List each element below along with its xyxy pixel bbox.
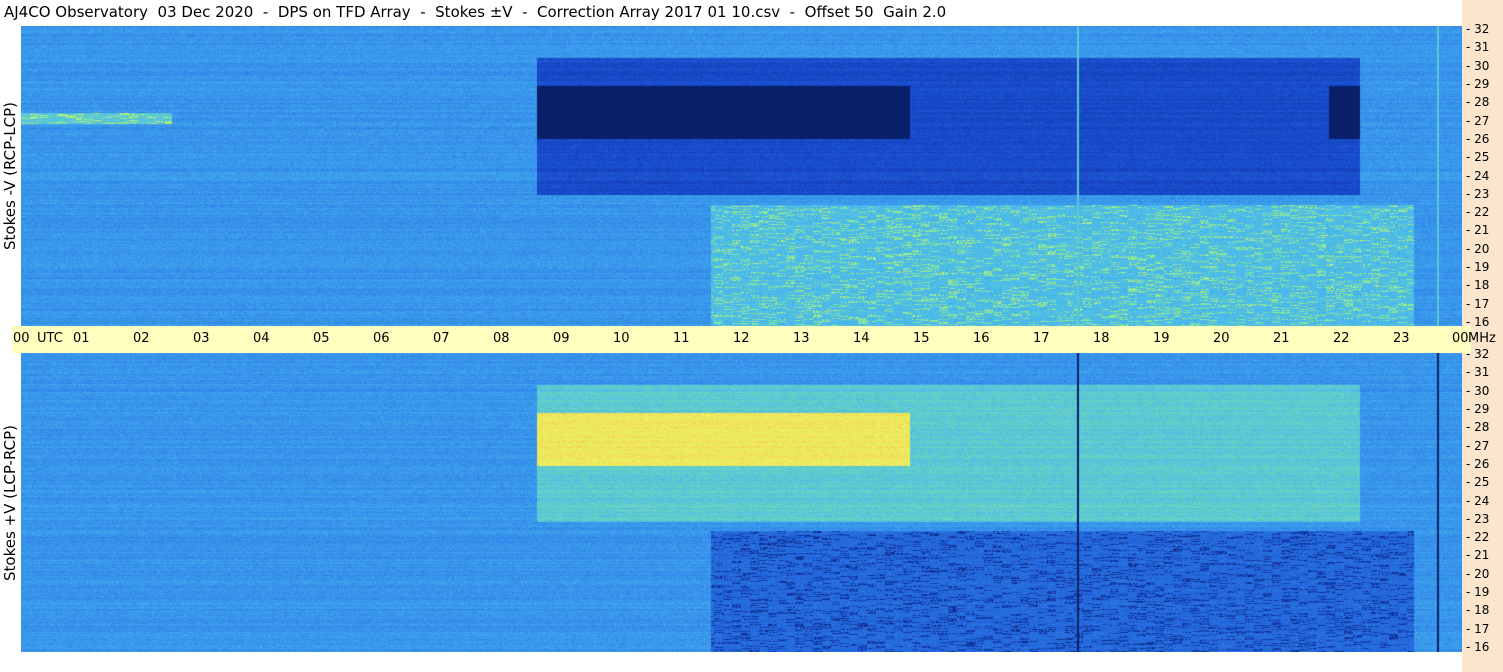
frequency-tick-label: - 25 [1466,150,1490,165]
frequency-tick-label: - 24 [1466,168,1490,183]
top-spectrogram-panel [21,26,1462,326]
frequency-tick-label: - 19 [1466,260,1490,275]
time-tick-label: 10 [613,331,630,346]
frequency-tick-label: - 28 [1466,420,1490,435]
time-tick-label: 04 [253,331,270,346]
frequency-tick-label: - 16 [1466,315,1490,329]
frequency-tick-label: - 31 [1466,40,1490,55]
bottom-spectrogram [21,353,1462,652]
frequency-tick-label: - 32 [1466,22,1490,36]
time-tick-label: 18 [1093,331,1110,346]
frequency-tick-label: - 17 [1466,296,1490,311]
frequency-tick-label: - 16 [1466,640,1490,654]
time-tick-label: 00 [13,331,30,346]
frequency-tick-label: - 30 [1466,58,1490,73]
time-tick-label: 11 [673,331,690,346]
frequency-tick-label: - 22 [1466,530,1490,545]
time-tick-label: 05 [313,331,330,346]
frequency-tick-label: - 23 [1466,511,1490,526]
frequency-tick-label: - 18 [1466,603,1490,618]
time-tick-label: 01 [73,331,90,346]
time-tick-label: 22 [1333,331,1350,346]
time-tick-label: 16 [973,331,990,346]
time-tick-label: 17 [1033,331,1050,346]
bottom-panel-ylabel-container: Stokes +V (LCP-RCP) [0,353,20,652]
frequency-tick-label: - 18 [1466,278,1490,293]
frequency-tick-label: - 26 [1466,131,1490,146]
time-tick-label: 19 [1153,331,1170,346]
time-tick-label: 00 [1452,331,1469,346]
frequency-tick-label: - 17 [1466,621,1490,636]
frequency-tick-label: - 29 [1466,401,1490,416]
frequency-tick-label: - 26 [1466,456,1490,471]
frequency-tick-label: - 21 [1466,548,1490,563]
bottom-spectrogram-panel [21,353,1462,652]
frequency-tick-label: - 20 [1466,566,1490,581]
bottom-panel-ylabel: Stokes +V (LCP-RCP) [1,424,19,581]
time-tick-label: 09 [553,331,570,346]
time-tick-label: 06 [373,331,390,346]
time-tick-label: 23 [1393,331,1410,346]
time-tick-label: 03 [193,331,210,346]
time-tick-label: MHz [1468,331,1496,346]
time-tick-label: 13 [793,331,810,346]
time-tick-label: 14 [853,331,870,346]
frequency-tick-label: - 28 [1466,95,1490,110]
frequency-tick-label: - 32 [1466,347,1490,361]
time-tick-label: UTC [37,331,63,346]
frequency-tick-label: - 22 [1466,205,1490,220]
time-tick-label: 15 [913,331,930,346]
frequency-tick-label: - 27 [1466,113,1490,128]
time-tick-label: 08 [493,331,510,346]
frequency-tick-label: - 29 [1466,76,1490,91]
time-tick-label: 20 [1213,331,1230,346]
time-tick-label: 21 [1273,331,1290,346]
frequency-tick-label: - 21 [1466,223,1490,238]
time-axis-strip: 00 UTC 01 02 03 04 05 06 07 08 09 10 11 12 13 14 15 16 17 1… [12,326,1496,353]
frequency-tick-label: - 24 [1466,493,1490,508]
frequency-tick-label: - 20 [1466,241,1490,256]
top-spectrogram [21,26,1462,326]
chart-title: AJ4CO Observatory 03 Dec 2020 - DPS on T… [4,3,947,21]
top-panel-ylabel-container: Stokes -V (RCP-LCP) [0,26,20,326]
frequency-tick-label: - 27 [1466,438,1490,453]
frequency-tick-label: - 19 [1466,585,1490,600]
frequency-tick-label: - 30 [1466,383,1490,398]
frequency-tick-label: - 23 [1466,186,1490,201]
frequency-tick-label: - 25 [1466,475,1490,490]
top-panel-ylabel: Stokes -V (RCP-LCP) [1,102,19,250]
time-tick-label: 02 [133,331,150,346]
time-tick-label: 07 [433,331,450,346]
time-tick-label: 12 [733,331,750,346]
frequency-tick-label: - 31 [1466,365,1490,380]
